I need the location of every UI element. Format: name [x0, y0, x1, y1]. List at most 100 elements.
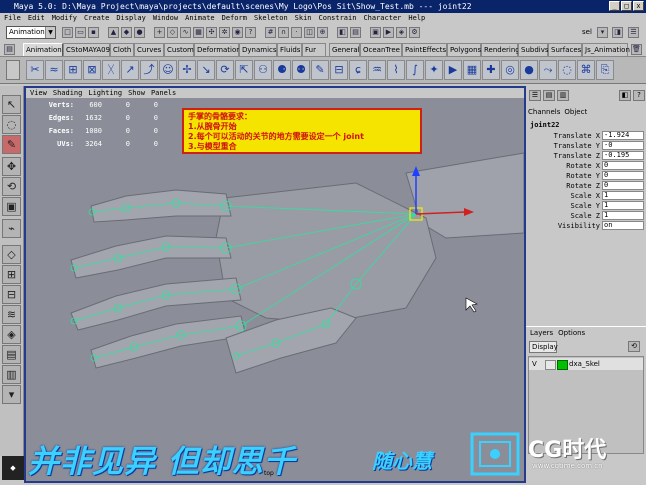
ipr-render-icon[interactable]: ◈ [396, 27, 407, 38]
layers-menu[interactable]: Layers [530, 327, 553, 338]
attr-field[interactable]: -1.924 [602, 131, 644, 140]
layer-template-toggle[interactable] [545, 360, 556, 370]
select-tool-icon[interactable]: ↖ [2, 95, 21, 114]
shelf-menu-icon[interactable]: ▤ [4, 44, 15, 55]
menu-skin[interactable]: Skin [295, 13, 312, 24]
channels-menu[interactable]: Channels [528, 108, 560, 116]
lasso-tool-icon[interactable]: ◌ [2, 115, 21, 134]
skin-detach-icon[interactable]: ⚉ [292, 60, 310, 80]
motion-path-icon[interactable]: ⤳ [539, 60, 557, 80]
menu-animate[interactable]: Animate [185, 13, 215, 24]
layer-type-dropdown[interactable]: Display [529, 341, 558, 353]
lattice-icon[interactable]: ⊟ [330, 60, 348, 80]
menu-character[interactable]: Character [363, 13, 401, 24]
select-hierarchy-icon[interactable]: ▲ [108, 27, 119, 38]
panel-toggle-icon[interactable]: ◧ [619, 90, 631, 101]
constraint-orient-icon[interactable]: ⟳ [216, 60, 234, 80]
new-layer-icon[interactable]: ⟲ [628, 341, 640, 352]
tab-js-animation[interactable]: Js_Animation [582, 43, 630, 56]
clip-icon[interactable]: ⎘ [596, 60, 614, 80]
layer-editor-icon[interactable]: ▤ [543, 90, 555, 101]
set-key-icon[interactable]: ✂ [26, 60, 44, 80]
joint-tool-icon[interactable]: ᚷ [102, 60, 120, 80]
hypershade-icon[interactable]: ◈ [2, 325, 21, 344]
wire-icon[interactable]: ∫ [406, 60, 424, 80]
options-menu[interactable]: Options [558, 327, 585, 338]
menu-file[interactable]: File [4, 13, 21, 24]
input-field-icon[interactable]: ▾ [597, 27, 608, 38]
cluster-icon[interactable]: ɕ [349, 60, 367, 80]
menu-window[interactable]: Window [153, 13, 178, 24]
persp-outliner-icon[interactable]: ⊟ [2, 285, 21, 304]
select-component-icon[interactable]: ● [134, 27, 145, 38]
channel-box-toggle-icon[interactable]: ☰ [628, 27, 639, 38]
minimize-button[interactable]: _ [609, 1, 620, 11]
tab-custom[interactable]: Custom [164, 43, 194, 56]
constraint-point-icon[interactable]: ✢ [178, 60, 196, 80]
layer-color-swatch[interactable] [557, 360, 568, 370]
scale-tool-icon[interactable]: ▣ [2, 197, 21, 216]
open-scene-icon[interactable]: ▭ [75, 27, 86, 38]
pick-joint-icon[interactable]: ◇ [167, 27, 178, 38]
pick-surface-icon[interactable]: ▦ [193, 27, 204, 38]
layer-visibility-toggle[interactable]: V [532, 358, 537, 370]
object-menu[interactable]: Object [564, 108, 587, 116]
dope-layout-icon[interactable]: ▥ [2, 365, 21, 384]
snap-plane-icon[interactable]: ◫ [304, 27, 315, 38]
ik-spline-icon[interactable]: ⤴ [140, 60, 158, 80]
layer-name[interactable]: dxa_Skel [569, 358, 600, 370]
dope-sheet-icon[interactable]: ⊞ [64, 60, 82, 80]
record-icon[interactable]: ● [520, 60, 538, 80]
construction-history-icon[interactable]: ▤ [350, 27, 361, 38]
menu-display[interactable]: Display [116, 13, 146, 24]
attr-field[interactable]: 1 [602, 201, 644, 210]
tab-cloth[interactable]: Cloth [110, 43, 134, 56]
tab-animation[interactable]: Animation [23, 43, 63, 56]
move-tool-icon[interactable]: ✥ [2, 157, 21, 176]
tab-general[interactable]: General [329, 43, 360, 56]
menu-deform[interactable]: Deform [222, 13, 247, 24]
attr-field[interactable]: 0 [602, 161, 644, 170]
locator-icon[interactable]: ✚ [482, 60, 500, 80]
tab-subdivs[interactable]: Subdivs [518, 43, 549, 56]
tab-dynamics[interactable]: Dynamics [239, 43, 277, 56]
tab-curves[interactable]: Curves [134, 43, 164, 56]
tab-fur[interactable]: Fur [302, 43, 326, 56]
attr-field[interactable]: 1 [602, 191, 644, 200]
attr-field[interactable]: 1 [602, 211, 644, 220]
trash-icon[interactable]: 🗑 [631, 44, 642, 55]
tab-rendering[interactable]: Rendering [481, 43, 520, 56]
pick-dynamics-icon[interactable]: ✲ [219, 27, 230, 38]
panel-menu-show[interactable]: Show [128, 88, 145, 98]
pick-handle-icon[interactable]: + [154, 27, 165, 38]
paint-weights-icon[interactable]: ✎ [311, 60, 329, 80]
menu-edit[interactable]: Edit [28, 13, 45, 24]
rotate-tool-icon[interactable]: ⟲ [2, 177, 21, 196]
maximize-button[interactable]: □ [621, 1, 632, 11]
ghost-icon[interactable]: ◌ [558, 60, 576, 80]
playblast-icon[interactable]: ▶ [444, 60, 462, 80]
channel-attr-icon[interactable]: ▥ [557, 90, 569, 101]
menu-create[interactable]: Create [84, 13, 109, 24]
four-view-icon[interactable]: ⊞ [2, 265, 21, 284]
constraint-aim-icon[interactable]: ↘ [197, 60, 215, 80]
panel-menu-panels[interactable]: Panels [151, 88, 176, 98]
tab-oceantree[interactable]: OceanTree [360, 43, 402, 56]
menu-modify[interactable]: Modify [52, 13, 77, 24]
script-icon[interactable]: ⌘ [577, 60, 595, 80]
attribute-editor-toggle-icon[interactable]: ◨ [612, 27, 623, 38]
snap-curve-icon[interactable]: ∩ [278, 27, 289, 38]
render-globals-icon[interactable]: ⚙ [409, 27, 420, 38]
attr-field[interactable]: -0 [602, 141, 644, 150]
menu-skeleton[interactable]: Skeleton [254, 13, 288, 24]
make-live-icon[interactable]: ⊕ [317, 27, 328, 38]
history-icon[interactable]: ◧ [337, 27, 348, 38]
tab-deformation[interactable]: Deformation [194, 43, 241, 56]
pick-deformer-icon[interactable]: ✣ [206, 27, 217, 38]
character-icon[interactable]: ☺ [159, 60, 177, 80]
constraint-parent-icon[interactable]: ⚇ [254, 60, 272, 80]
render-view-layout-icon[interactable]: ▤ [2, 345, 21, 364]
attr-field[interactable]: 0 [602, 171, 644, 180]
wrap-icon[interactable]: ⌇ [387, 60, 405, 80]
shelf-scroll-icon[interactable] [6, 60, 20, 80]
